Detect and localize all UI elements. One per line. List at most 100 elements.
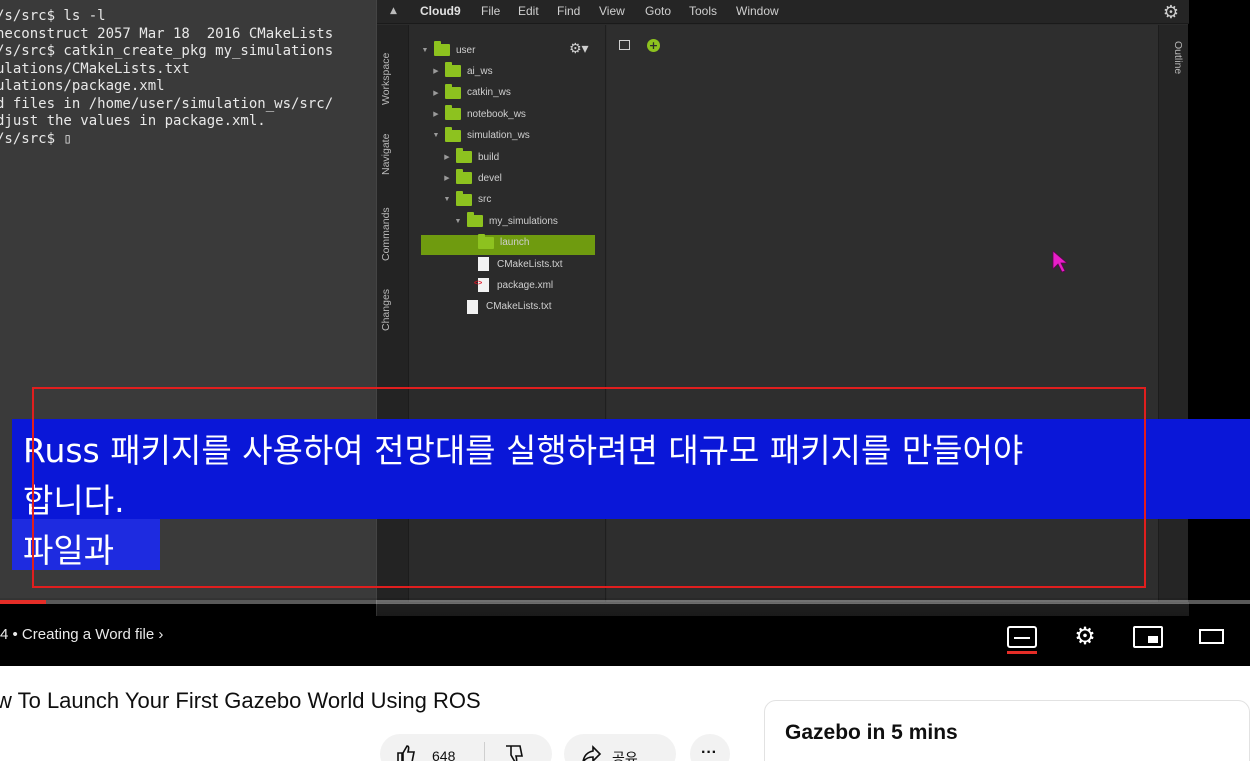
- tree-item-ai-ws[interactable]: ▶ ai_ws: [431, 61, 493, 81]
- add-tab-icon[interactable]: +: [647, 39, 660, 52]
- tree-item-label: CMakeLists.txt: [486, 301, 552, 313]
- tree-item-label: catkin_ws: [467, 87, 511, 99]
- video-title: w To Launch Your First Gazebo World Usin…: [0, 688, 481, 713]
- miniplayer-icon[interactable]: [1133, 626, 1163, 648]
- tree-item-my-simulations[interactable]: ▼ my_simulations: [453, 211, 558, 231]
- tree-item-label: ai_ws: [467, 65, 493, 77]
- folder-icon: [445, 83, 461, 99]
- folder-icon: [478, 233, 494, 249]
- chapter-link[interactable]: 4 • Creating a Word file ›: [0, 626, 163, 643]
- progress-bar-fill: [0, 600, 47, 604]
- mouse-cursor-icon: [1052, 250, 1068, 273]
- tree-item-package-xml[interactable]: package.xml: [464, 275, 553, 295]
- tree-item-launch[interactable]: launch: [464, 233, 529, 253]
- terminal-line: djust the values in package.xml.: [0, 113, 266, 129]
- tree-item-build[interactable]: ▶ build: [442, 147, 499, 167]
- expanded-caret-icon[interactable]: ▼: [442, 196, 452, 203]
- video-player[interactable]: /s/src$ ls -l heconstruct 2057 Mar 18 201…: [0, 0, 1250, 666]
- menu-goto[interactable]: Goto: [645, 4, 671, 18]
- folder-icon: [467, 212, 483, 228]
- right-panel-tabs: Outline: [1158, 25, 1188, 616]
- tree-item-label: simulation_ws: [467, 130, 530, 142]
- pill-divider: [484, 742, 485, 761]
- folder-icon: [445, 126, 461, 142]
- new-tab-icon[interactable]: [619, 40, 630, 50]
- file-icon: [467, 299, 478, 314]
- collapsed-caret-icon[interactable]: ▶: [431, 67, 441, 75]
- tree-item-label: package.xml: [497, 279, 554, 291]
- tree-item-user[interactable]: ▼ user: [420, 40, 475, 60]
- side-card[interactable]: Gazebo in 5 mins: [764, 700, 1250, 761]
- thumbs-down-icon[interactable]: [504, 744, 524, 761]
- tree-item-label: build: [478, 151, 500, 163]
- menu-bar: ▲ Cloud9 File Edit Find View Goto Tools …: [377, 0, 1189, 24]
- expanded-caret-icon[interactable]: ▼: [420, 47, 430, 54]
- share-button[interactable]: 공유: [564, 734, 676, 761]
- tree-item-label: src: [478, 194, 492, 206]
- tree-item-cmakelists-txt[interactable]: CMakeLists.txt: [453, 297, 552, 317]
- collapse-caret-icon[interactable]: ▲: [390, 6, 397, 16]
- folder-icon: [445, 62, 461, 78]
- menu-find[interactable]: Find: [557, 4, 580, 18]
- tab-workspace[interactable]: Workspace: [380, 53, 392, 105]
- tree-item-label: my_simulations: [489, 215, 558, 227]
- tab-commands[interactable]: Commands: [380, 207, 392, 261]
- tree-item-notebook-ws[interactable]: ▶ notebook_ws: [431, 104, 526, 124]
- progress-bar[interactable]: [0, 600, 1250, 604]
- collapsed-caret-icon[interactable]: ▶: [431, 110, 441, 118]
- tree-item-src[interactable]: ▼ src: [442, 190, 491, 210]
- tree-item-devel[interactable]: ▶ devel: [442, 168, 502, 188]
- terminal-line: heconstruct 2057 Mar 18 2016 CMakeLists: [0, 25, 334, 42]
- menu-window[interactable]: Window: [736, 4, 779, 18]
- like-dislike-buttons[interactable]: 648: [380, 734, 552, 761]
- folder-icon: [456, 169, 472, 185]
- tree-item-label: launch: [500, 237, 530, 249]
- subtitles-icon[interactable]: [1007, 626, 1037, 648]
- folder-icon: [456, 190, 472, 206]
- player-controls: [0, 598, 1250, 666]
- more-dots-icon: ···: [701, 744, 717, 761]
- tree-item-label: devel: [478, 172, 502, 184]
- terminal-line: ulations/CMakeLists.txt: [0, 60, 190, 77]
- thumbs-up-icon[interactable]: [396, 744, 416, 761]
- collapsed-caret-icon[interactable]: ▶: [442, 174, 452, 182]
- menu-file[interactable]: File: [481, 4, 500, 18]
- tab-navigate[interactable]: Navigate: [380, 134, 392, 175]
- menu-cloud9[interactable]: Cloud9: [420, 4, 461, 18]
- file-icon: [478, 257, 489, 271]
- expanded-caret-icon[interactable]: ▼: [453, 218, 463, 225]
- terminal-line: /s/src$ ▯: [0, 130, 72, 147]
- terminal-line: ulations/package.xml: [0, 78, 165, 94]
- more-actions-button[interactable]: ···: [690, 734, 730, 761]
- menu-tools[interactable]: Tools: [689, 4, 717, 18]
- subtitles-active-indicator: [1007, 651, 1037, 654]
- tab-changes[interactable]: Changes: [380, 289, 392, 331]
- tree-item-catkin-ws[interactable]: ▶ catkin_ws: [431, 83, 511, 103]
- settings-gear-icon[interactable]: ⚙: [1070, 622, 1100, 650]
- folder-icon: [434, 41, 450, 56]
- collapsed-caret-icon[interactable]: ▶: [431, 89, 441, 97]
- terminal-line: /s/src$ ls -l: [0, 8, 106, 24]
- folder-icon: [445, 105, 461, 121]
- share-arrow-icon: [582, 745, 602, 761]
- tree-item-label: notebook_ws: [467, 108, 526, 120]
- tree-item-cmakelists-txt[interactable]: CMakeLists.txt: [464, 254, 563, 274]
- tree-item-label: user: [456, 44, 476, 56]
- settings-gear-icon[interactable]: ⚙: [1163, 2, 1179, 23]
- tree-item-label: CMakeLists.txt: [497, 258, 563, 270]
- terminal-line: d files in /home/user/simulation_ws/src/: [0, 95, 334, 112]
- menu-view[interactable]: View: [599, 4, 625, 18]
- menu-edit[interactable]: Edit: [518, 4, 539, 18]
- terminal-line: /s/src$ catkin_create_pkg my_simulations: [0, 43, 334, 59]
- expanded-caret-icon[interactable]: ▼: [431, 132, 441, 139]
- collapsed-caret-icon[interactable]: ▶: [442, 153, 452, 161]
- like-count: 648: [432, 748, 456, 761]
- xml-file-icon: [474, 278, 489, 293]
- tab-outline[interactable]: Outline: [1172, 41, 1184, 74]
- page-root: /s/src$ ls -l heconstruct 2057 Mar 18 201…: [0, 0, 1250, 761]
- tree-settings-gear-icon[interactable]: ⚙▾: [569, 41, 589, 57]
- tree-item-simulation-ws[interactable]: ▼ simulation_ws: [431, 126, 530, 146]
- side-card-title: Gazebo in 5 mins: [785, 721, 958, 744]
- folder-icon: [456, 148, 472, 163]
- theater-mode-icon[interactable]: [1199, 629, 1224, 644]
